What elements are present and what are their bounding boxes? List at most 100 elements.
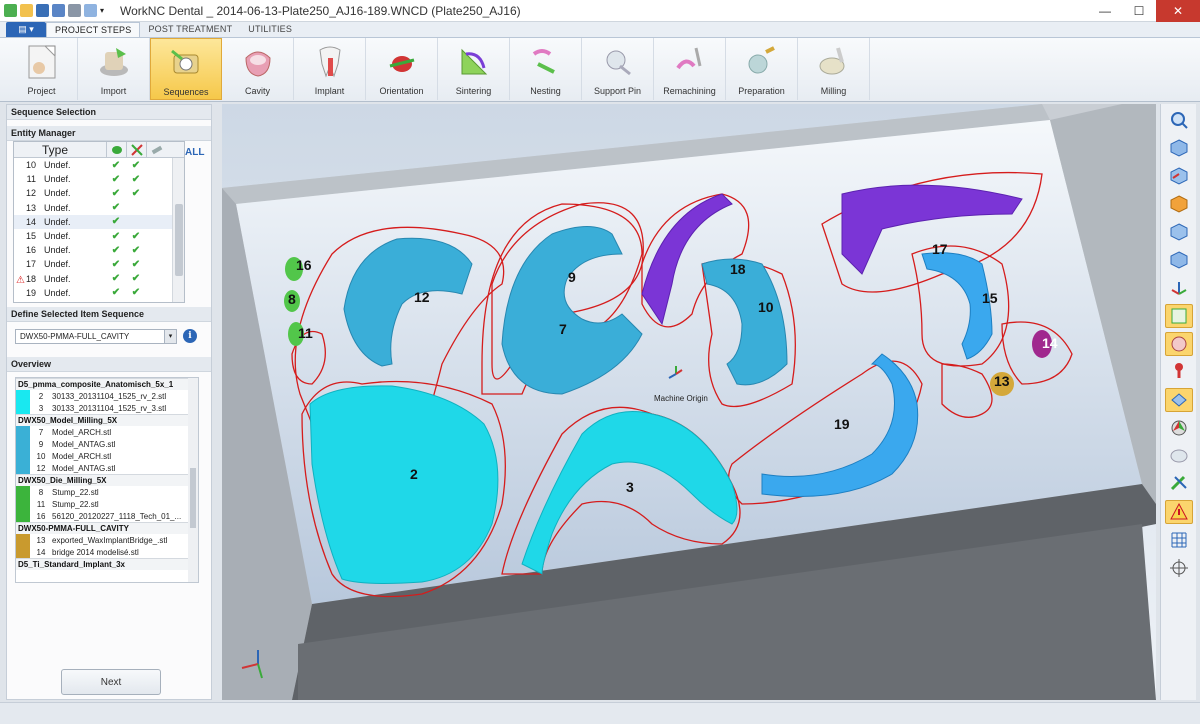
layer-display-icon[interactable]	[1164, 388, 1193, 412]
entity-check-a[interactable]: ✔	[106, 273, 126, 284]
minimize-icon[interactable]: —	[1088, 0, 1122, 22]
entity-check-a[interactable]: ✔	[106, 216, 126, 227]
entity-check-b[interactable]: ✔	[126, 231, 146, 242]
view-iso-icon[interactable]	[1165, 136, 1193, 160]
tab-project-steps[interactable]: PROJECT STEPS	[46, 22, 141, 37]
entity-check-a[interactable]: ✔	[106, 202, 126, 213]
close-icon[interactable]: ✕	[1156, 0, 1200, 22]
orientation-button[interactable]: Orientation	[366, 38, 438, 100]
entity-check-b[interactable]: ✔	[126, 259, 146, 270]
entity-check-a[interactable]: ✔	[106, 245, 126, 256]
entity-check-b[interactable]: ✔	[126, 160, 146, 171]
overview-item[interactable]: 16 56120_20120227_1118_Tech_01_...	[16, 510, 198, 522]
overview-item[interactable]: 9 Model_ANTAG.stl	[16, 438, 198, 450]
overview-item[interactable]: 14 bridge 2014 modelisé.stl	[16, 546, 198, 558]
overview-item[interactable]: 2 30133_20131104_1525_rv_2.stl	[16, 390, 198, 402]
support-pin-button[interactable]: Support Pin	[582, 38, 654, 100]
maximize-icon[interactable]: ☐	[1122, 0, 1156, 22]
type-header[interactable]: Type	[40, 143, 106, 157]
remachining-button[interactable]: Remachining	[654, 38, 726, 100]
pin-icon[interactable]	[1165, 360, 1193, 384]
implant-button[interactable]: Implant	[294, 38, 366, 100]
entity-check-b[interactable]: ✔	[126, 273, 146, 284]
checkmark-icon[interactable]	[4, 4, 17, 17]
entity-manager-title: Entity Manager	[7, 126, 211, 141]
shaded-display-icon[interactable]	[1164, 304, 1193, 328]
view-side-icon[interactable]	[1165, 220, 1193, 244]
entity-check-a[interactable]: ✔	[106, 174, 126, 185]
orientation-column-icon[interactable]	[126, 142, 146, 158]
save-as-icon[interactable]	[52, 4, 65, 17]
overview-group-header[interactable]: DWX50-PMMA-FULL_CAVITY	[16, 522, 198, 534]
sphere-icon[interactable]	[1165, 444, 1193, 468]
view-front-icon[interactable]	[1165, 164, 1193, 188]
nesting-button[interactable]: Nesting	[510, 38, 582, 100]
entity-scrollbar[interactable]	[172, 158, 184, 302]
overview-item[interactable]: 7 Model_ARCH.stl	[16, 426, 198, 438]
entity-row[interactable]: 17 Undef. ✔ ✔	[14, 257, 184, 271]
save-icon[interactable]	[36, 4, 49, 17]
tab-post-treatment[interactable]: POST TREATMENT	[140, 22, 240, 37]
overview-item[interactable]: 8 Stump_22.stl	[16, 486, 198, 498]
overview-item[interactable]: 11 Stump_22.stl	[16, 498, 198, 510]
entity-row[interactable]: 14 Undef. ✔	[14, 214, 184, 229]
entity-row[interactable]: ⚠ 18 Undef. ✔ ✔	[14, 272, 184, 286]
entity-row[interactable]: 19 Undef. ✔ ✔	[14, 286, 184, 300]
sequences-button[interactable]: Sequences	[150, 38, 222, 100]
wrench-icon[interactable]	[68, 4, 81, 17]
preparation-button[interactable]: Preparation	[726, 38, 798, 100]
overview-scrollbar[interactable]	[188, 378, 198, 582]
tools-icon[interactable]	[1165, 472, 1193, 496]
help-icon[interactable]	[84, 4, 97, 17]
entity-check-a[interactable]: ✔	[106, 231, 126, 242]
open-folder-icon[interactable]	[20, 4, 33, 17]
tool-column-icon[interactable]	[146, 142, 166, 158]
next-button[interactable]: Next	[61, 669, 161, 695]
overview-group-header[interactable]: D5_pmma_composite_Anatomisch_5x_1	[16, 378, 198, 390]
entity-row[interactable]: 11 Undef. ✔ ✔	[14, 172, 184, 186]
tab-utilities[interactable]: UTILITIES	[240, 22, 300, 37]
entity-row[interactable]: 13 Undef. ✔	[14, 201, 184, 215]
overview-group-header[interactable]: DWX50_Model_Milling_5X	[16, 414, 198, 426]
sequence-dropdown[interactable]: DWX50-PMMA-FULL_CAVITY ▾	[15, 329, 177, 344]
entity-check-b[interactable]: ✔	[126, 188, 146, 199]
cavity-button[interactable]: Cavity	[222, 38, 294, 100]
qat-dropdown-icon[interactable]: ▾	[100, 6, 104, 15]
entity-check-a[interactable]: ✔	[106, 160, 126, 171]
overview-group-header[interactable]: D5_Ti_Standard_Implant_3x	[16, 558, 198, 570]
zoom-fit-icon[interactable]	[1165, 108, 1193, 132]
info-icon[interactable]: i	[183, 329, 197, 343]
entity-row[interactable]: 10 Undef. ✔ ✔	[14, 158, 184, 172]
warning-display-icon[interactable]	[1164, 500, 1193, 524]
section-view-icon[interactable]	[1165, 416, 1193, 440]
all-button[interactable]: ALL	[185, 147, 204, 158]
entity-row[interactable]: 12 Undef. ✔ ✔	[14, 186, 184, 200]
project-button[interactable]: Project	[6, 38, 78, 100]
entity-check-b[interactable]: ✔	[126, 174, 146, 185]
overview-item[interactable]: 10 Model_ARCH.stl	[16, 450, 198, 462]
overview-item[interactable]: 12 Model_ANTAG.stl	[16, 462, 198, 474]
axes-view-icon[interactable]	[1165, 276, 1193, 300]
entity-type: Undef.	[44, 174, 71, 185]
entity-check-b[interactable]: ✔	[126, 245, 146, 256]
view-top-icon[interactable]	[1165, 192, 1193, 216]
entity-row[interactable]: 15 Undef. ✔ ✔	[14, 229, 184, 243]
entity-check-a[interactable]: ✔	[106, 259, 126, 270]
milling-button[interactable]: Milling	[798, 38, 870, 100]
sintering-button[interactable]: Sintering	[438, 38, 510, 100]
overview-item[interactable]: 13 exported_WaxImplantBridge_.stl	[16, 534, 198, 546]
green-tooth-icon[interactable]	[106, 142, 126, 158]
model-display-icon[interactable]	[1164, 332, 1193, 356]
overview-item[interactable]: 3 30133_20131104_1525_rv_3.stl	[16, 402, 198, 414]
grid-icon[interactable]	[1165, 528, 1193, 552]
crosshair-icon[interactable]	[1165, 556, 1193, 580]
entity-row[interactable]: 16 Undef. ✔ ✔	[14, 243, 184, 257]
view-right-icon[interactable]	[1165, 248, 1193, 272]
entity-check-a[interactable]: ✔	[106, 188, 126, 199]
3d-viewport[interactable]: Machine Origin 2 3 7 8 9 10 11 12 13 14 …	[222, 104, 1156, 700]
app-menu-button[interactable]: ▤ ▾	[6, 22, 46, 37]
entity-check-a[interactable]: ✔	[106, 287, 126, 298]
entity-check-b[interactable]: ✔	[126, 287, 146, 298]
import-button[interactable]: Import	[78, 38, 150, 100]
overview-group-header[interactable]: DWX50_Die_Milling_5X	[16, 474, 198, 486]
